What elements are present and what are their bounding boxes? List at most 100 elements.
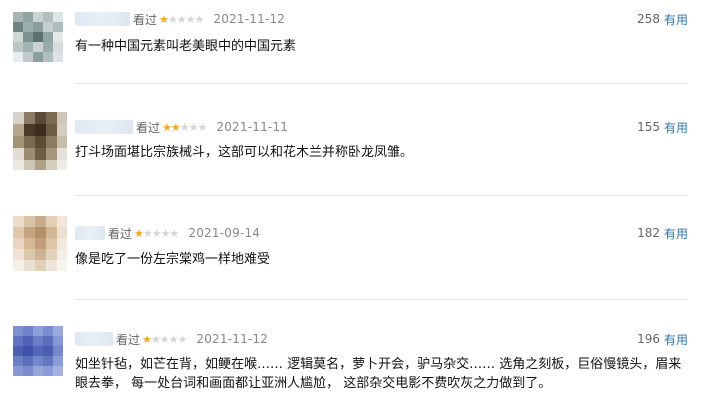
avatar-pixel [35, 260, 46, 271]
useful-vote: 196 有用 [637, 330, 688, 348]
star-rating: ★ ★ ★ ★ ★ [159, 12, 205, 26]
avatar-pixel [43, 336, 53, 346]
avatar-pixel [35, 124, 46, 136]
avatar-pixel [57, 260, 67, 271]
avatar-pixel [13, 112, 24, 124]
avatar-pixel [46, 238, 57, 249]
star-empty-icon: ★ [185, 12, 196, 26]
avatar-pixel [24, 124, 35, 136]
avatar-pixel [23, 346, 33, 356]
review-content: 像是吃了一份左宗棠鸡一样地难受 [75, 252, 271, 267]
avatar-pixel [13, 260, 24, 271]
avatar-pixel [13, 346, 23, 356]
review-date: 2021-11-12 [196, 332, 269, 346]
avatar-pixel [23, 22, 33, 32]
useful-button[interactable]: 有用 [664, 225, 688, 242]
avatar-pixel [33, 22, 43, 32]
useful-count: 196 [637, 332, 660, 346]
star-empty-icon: ★ [167, 12, 178, 26]
review-item: 看过 ★ ★ ★ ★ ★ 2021-11-11 155 有用 打斗场面堪比宗族械斗，这部… [0, 84, 701, 196]
avatar[interactable] [13, 216, 67, 271]
useful-button[interactable]: 有用 [664, 331, 688, 348]
avatar-pixel [33, 326, 43, 336]
star-empty-icon: ★ [159, 332, 170, 346]
avatar-pixel [57, 112, 67, 124]
avatar-pixel [35, 227, 46, 238]
avatar-pixel [23, 336, 33, 346]
avatar-pixel [43, 12, 53, 22]
avatar-pixel [57, 136, 67, 148]
avatar-pixel [13, 32, 23, 42]
review-content: 打斗场面堪比宗族械斗，这部可以和花木兰并称卧龙凤雏。 [75, 145, 414, 160]
avatar-pixel [24, 238, 35, 249]
avatar-pixel [53, 32, 63, 42]
useful-button[interactable]: 有用 [664, 119, 688, 136]
avatar-pixel [53, 346, 63, 356]
avatar-pixel [57, 216, 67, 227]
avatar-pixel [57, 160, 67, 170]
review-meta: 看过 ★ ★ ★ ★ ★ 2021-11-12 [75, 10, 285, 28]
watch-status: 看过 [108, 226, 133, 241]
avatar-pixel [43, 52, 53, 62]
username-blurred[interactable] [75, 226, 105, 240]
avatar-pixel [24, 260, 35, 271]
avatar-pixel [35, 136, 46, 148]
avatar-pixel [35, 112, 46, 124]
username-blurred[interactable] [75, 332, 113, 346]
avatar-pixel [46, 124, 57, 136]
avatar-pixel [24, 136, 35, 148]
star-empty-icon: ★ [188, 120, 199, 134]
avatar-pixel [23, 12, 33, 22]
watch-status: 看过 [136, 120, 161, 135]
avatar-pixel [53, 356, 63, 366]
avatar-pixel [13, 136, 24, 148]
star-filled-icon: ★ [142, 332, 152, 346]
star-filled-icon: ★ [159, 12, 169, 26]
star-empty-icon: ★ [176, 12, 187, 26]
useful-count: 182 [637, 226, 660, 240]
avatar-pixel [33, 336, 43, 346]
star-empty-icon: ★ [197, 120, 208, 134]
avatar[interactable] [13, 12, 63, 62]
avatar-pixel [35, 216, 46, 227]
avatar-pixel [43, 32, 53, 42]
review-date: 2021-09-14 [188, 226, 261, 240]
avatar-pixel [33, 32, 43, 42]
avatar[interactable] [13, 112, 67, 170]
star-rating: ★ ★ ★ ★ ★ [142, 332, 187, 346]
avatar-pixel [23, 42, 33, 52]
avatar-pixel [53, 12, 63, 22]
avatar-pixel [53, 326, 63, 336]
avatar-pixel [35, 148, 46, 160]
avatar-pixel [23, 356, 33, 366]
avatar-pixel [24, 216, 35, 227]
avatar-pixel [46, 112, 57, 124]
review-meta: 看过 ★ ★ ★ ★ ★ 2021-09-14 [75, 224, 260, 242]
avatar-pixel [23, 366, 33, 376]
avatar-pixel [43, 366, 53, 376]
avatar-pixel [33, 366, 43, 376]
username-blurred[interactable] [75, 12, 130, 26]
avatar-pixel [13, 148, 24, 160]
star-empty-icon: ★ [194, 12, 205, 26]
avatar-pixel [23, 32, 33, 42]
avatar-pixel [43, 42, 53, 52]
avatar-pixel [24, 112, 35, 124]
avatar[interactable] [13, 326, 63, 376]
review-content-line: 眼去拳， 每一处台词和画面都让亚洲人尴尬， 这部杂交电影不费吹灰之力做到了。 [75, 376, 552, 391]
review-content-line: 如坐针毡，如芒在背，如鲠在喉…… 逻辑莫名，萝卜开会，驴马杂交…… 选角之刻板，… [75, 357, 682, 372]
avatar-pixel [35, 249, 46, 260]
avatar-pixel [57, 148, 67, 160]
useful-button[interactable]: 有用 [664, 11, 688, 28]
avatar-pixel [57, 124, 67, 136]
review-date: 2021-11-12 [213, 12, 286, 26]
avatar-pixel [13, 366, 23, 376]
avatar-pixel [13, 356, 23, 366]
avatar-pixel [23, 52, 33, 62]
username-blurred[interactable] [75, 120, 133, 134]
star-filled-icon: ★ [134, 226, 144, 240]
avatar-pixel [24, 148, 35, 160]
avatar-pixel [13, 52, 23, 62]
star-empty-icon: ★ [151, 226, 162, 240]
useful-vote: 182 有用 [637, 224, 688, 242]
